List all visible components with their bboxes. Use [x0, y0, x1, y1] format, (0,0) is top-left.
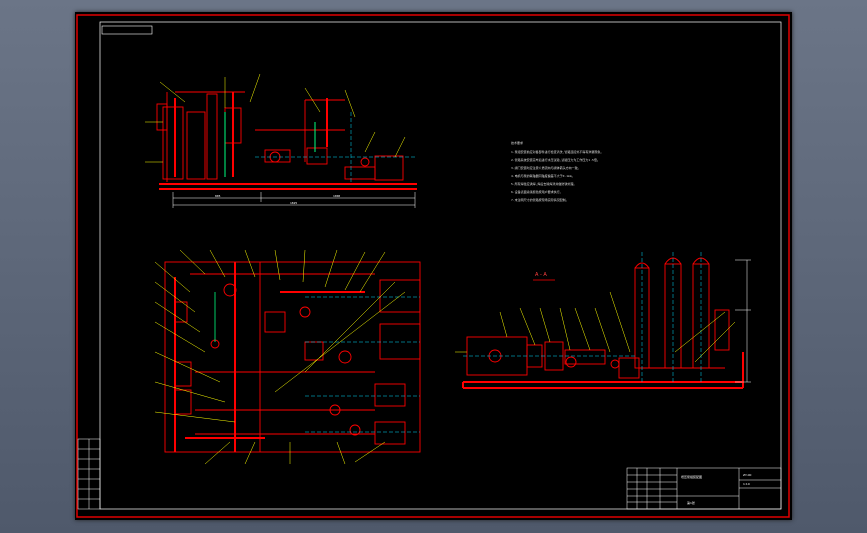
section-a-a-view: A - A — [455, 252, 751, 389]
technical-notes: 技术要求 1.泵组安装前应对各部件进行检查清洗,管路连接处不得有渗漏现象。 2.… — [511, 140, 603, 202]
notes-line-6: 6.设备表面涂漆颜色按用户要求执行。 — [511, 189, 563, 194]
title-block-scale: 1:10 — [743, 482, 750, 486]
title-block-drawing-no: ZY-00 — [743, 473, 752, 477]
notes-line-2: 2.管路系统安装完毕后进行水压试验,试验压力为工作压力1.5倍。 — [511, 157, 600, 162]
dim-text-2: 1000 — [333, 194, 340, 198]
drawing-code-box — [101, 25, 153, 35]
section-label: A - A — [535, 272, 547, 278]
title-block — [626, 467, 782, 510]
revision-strip — [77, 438, 101, 510]
outer-frame — [76, 14, 790, 518]
inner-frame — [99, 21, 782, 510]
notes-title: 技术要求 — [511, 140, 523, 145]
title-block-name: 增压泵组装配图 — [681, 474, 702, 479]
plan-view — [154, 249, 421, 465]
cad-drawing-canvas: 805 1000 1825 技术要求 1.泵组安装前应对各部件进行检查清洗,管路… — [76, 14, 790, 518]
notes-line-7: 7.未注明尺寸的管路按现场实际情况配制。 — [511, 197, 569, 202]
notes-line-1: 1.泵组安装前应对各部件进行检查清洗,管路连接处不得有渗漏现象。 — [511, 149, 603, 154]
dim-text-1: 805 — [215, 194, 221, 198]
notes-line-3: 3.阀门安装时应注意介质流向与阀体箭头方向一致。 — [511, 165, 581, 170]
cad-viewer: 805 1000 1825 技术要求 1.泵组安装前应对各部件进行检查清洗,管路… — [0, 0, 867, 533]
drawing-sheet[interactable]: 805 1000 1825 技术要求 1.泵组安装前应对各部件进行检查清洗,管路… — [75, 12, 792, 520]
notes-line-5: 5.所有焊缝应满焊,焊后去除焊渣并做防锈处理。 — [511, 181, 576, 186]
front-elevation-view: 805 1000 1825 — [145, 73, 417, 208]
notes-line-4: 4.电机与泵的联轴器同轴度偏差不大于0.1mm。 — [511, 173, 575, 178]
dim-text-3: 1825 — [290, 201, 297, 205]
title-block-sheet: 第1张 — [687, 500, 695, 505]
